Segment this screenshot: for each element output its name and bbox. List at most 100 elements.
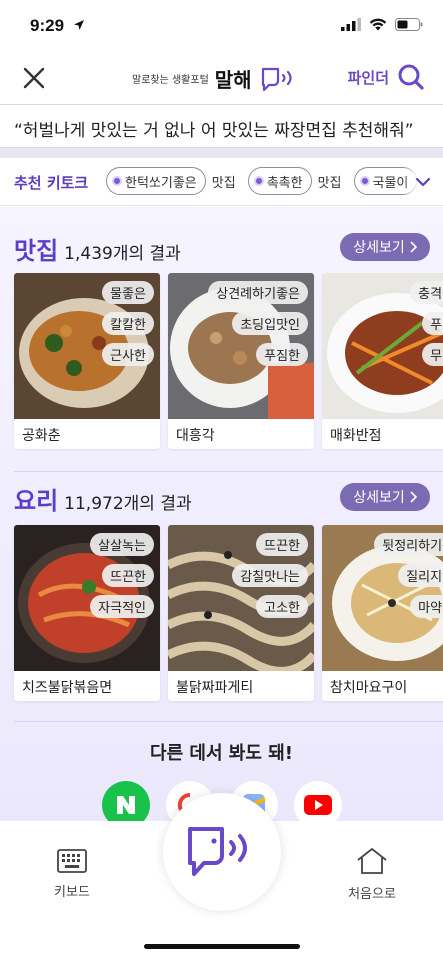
tag: 충격적: [410, 281, 443, 304]
query-bar[interactable]: “허벌나게 맛있는 거 없나 어 맛있는 짜장면집 추천해줘”: [0, 104, 443, 148]
chevron-down-icon: [415, 177, 431, 187]
restaurant-cards: 물좋은 칼칼한 근사한 공화춘 상견례하기좋은 초딩입맛인 푸짐한 대흥각 충격…: [14, 273, 443, 449]
recipe-card[interactable]: 뒷정리하기편 질리지않 마약같 참치마요구이: [322, 525, 443, 701]
section-header: 요리 11,972개의 결과: [14, 481, 192, 516]
chip-label: 한턱쏘기좋은: [125, 175, 197, 191]
battery-icon: [395, 18, 423, 31]
section-title: 맛집: [14, 237, 59, 265]
chip-label: 촉촉한: [266, 175, 303, 191]
card-title: 불닭짜파게티: [176, 680, 254, 696]
detail-label: 상세보기: [353, 240, 405, 256]
naver-icon[interactable]: [102, 781, 150, 821]
card-title: 치즈불닭볶음면: [22, 680, 113, 696]
status-bar: 9:29: [0, 0, 443, 52]
section-divider: [14, 721, 443, 722]
keyboard-icon: [57, 849, 87, 873]
tag: 자극적인: [90, 595, 154, 618]
finder-label: 파인더: [347, 68, 389, 87]
results-area: 맛집 1,439개의 결과 상세보기 물좋은 칼칼한 근사한 공화춘 상견례하기…: [0, 207, 443, 821]
tag: 상견례하기좋은: [208, 281, 308, 304]
tag: 무난: [422, 343, 443, 366]
search-icon: [398, 64, 424, 90]
brand-subtitle: 말로찾는 생활포털: [132, 75, 209, 86]
tag-list: 뒷정리하기편 질리지않 마약같: [374, 533, 443, 618]
tag: 푸짐: [422, 312, 443, 335]
restaurant-card[interactable]: 상견례하기좋은 초딩입맛인 푸짐한 대흥각: [168, 273, 314, 449]
home-button[interactable]: 처음으로: [344, 847, 400, 902]
speech-bubble-icon: [188, 827, 247, 876]
chip-suffix: 맛집: [317, 175, 342, 191]
keytalk-chips: 한턱쏘기좋은 맛집 촉촉한 맛집 국물이: [106, 167, 418, 195]
tag: 뒷정리하기편: [374, 533, 443, 556]
tag-list: 살살녹는 뜨끈한 자극적인: [90, 533, 154, 618]
result-count: 11,972개의 결과: [64, 494, 192, 514]
tag-list: 상견례하기좋은 초딩입맛인 푸짐한: [208, 281, 308, 366]
wifi-icon: [369, 18, 387, 31]
detail-label: 상세보기: [353, 490, 405, 506]
chevron-right-icon: [410, 491, 417, 503]
detail-button[interactable]: 상세보기: [340, 483, 430, 511]
close-icon: [23, 67, 45, 89]
keyboard-label: 키보드: [54, 885, 90, 900]
card-title: 매화반점: [330, 428, 382, 444]
keytalk-chip[interactable]: 한턱쏘기좋은: [106, 167, 206, 195]
section-header: 맛집 1,439개의 결과: [14, 231, 181, 266]
tag: 근사한: [102, 343, 154, 366]
tag-list: 뜨끈한 감칠맛나는 고소한: [232, 533, 308, 618]
tag: 뜨끈한: [256, 533, 308, 556]
tag-list: 물좋은 칼칼한 근사한: [102, 281, 154, 366]
tag: 초딩입맛인: [232, 312, 308, 335]
tag: 고소한: [256, 595, 308, 618]
section-spacer: [0, 148, 443, 158]
brand-name: 말해: [214, 68, 252, 92]
card-title: 공화춘: [22, 428, 61, 444]
tag: 뜨끈한: [102, 564, 154, 587]
result-count: 1,439개의 결과: [64, 244, 181, 264]
speech-bubble-icon: [261, 67, 292, 91]
signal-icon: [341, 18, 361, 31]
tag: 질리지않: [398, 564, 443, 587]
other-services-title: 다른 데서 봐도 돼!: [150, 743, 293, 764]
status-time: 9:29: [30, 16, 65, 35]
chip-suffix: 맛집: [211, 175, 236, 191]
tag: 감칠맛나는: [232, 564, 308, 587]
keyboard-button[interactable]: 키보드: [48, 849, 96, 900]
keytalk-chip[interactable]: 촉촉한: [247, 167, 312, 195]
tag: 물좋은: [102, 281, 154, 304]
home-indicator: [144, 944, 300, 949]
tag: 칼칼한: [102, 312, 154, 335]
section-title: 요리: [14, 487, 59, 515]
top-bar: 말로찾는 생활포털 말해 파인더: [0, 52, 443, 104]
restaurant-card[interactable]: 물좋은 칼칼한 근사한 공화춘: [14, 273, 160, 449]
home-label: 처음으로: [348, 887, 396, 902]
home-icon: [357, 848, 387, 874]
close-button[interactable]: [22, 66, 46, 90]
keytalk-bar: 추천 키토크 한턱쏘기좋은 맛집 촉촉한 맛집 국물이: [0, 158, 443, 206]
section-divider: [14, 471, 443, 472]
naver-logo: [117, 796, 135, 814]
restaurant-card[interactable]: 충격적 푸짐 무난 매화반점: [322, 273, 443, 449]
voice-input-button[interactable]: [163, 793, 281, 911]
query-text: “허벌나게 맛있는 거 없나 어 맛있는 짜장면집 추천해줘”: [14, 121, 414, 141]
chip-dot-icon: [253, 176, 264, 186]
keytalk-title: 추천 키토크: [14, 174, 89, 192]
tag: 푸짐한: [256, 343, 308, 366]
youtube-logo: [304, 795, 332, 815]
recipe-card[interactable]: 뜨끈한 감칠맛나는 고소한 불닭짜파게티: [168, 525, 314, 701]
chevron-right-icon: [410, 241, 417, 253]
youtube-icon[interactable]: [294, 781, 342, 821]
tag-list: 충격적 푸짐 무난: [410, 281, 443, 366]
tag: 마약같: [410, 595, 443, 618]
keytalk-expand-button[interactable]: [403, 158, 443, 205]
chip-dot-icon: [112, 176, 122, 186]
brand-logo: 말로찾는 생활포털 말해: [132, 64, 296, 93]
chip-dot-icon: [359, 176, 370, 186]
location-arrow-icon: [74, 20, 84, 30]
card-title: 참치마요구이: [330, 680, 408, 696]
finder-button[interactable]: 파인더: [348, 63, 425, 91]
recipe-cards: 살살녹는 뜨끈한 자극적인 치즈불닭볶음면 뜨끈한 감칠맛나는 고소한 불닭짜파…: [14, 525, 443, 701]
card-title: 대흥각: [176, 428, 215, 444]
detail-button[interactable]: 상세보기: [340, 233, 430, 261]
recipe-card[interactable]: 살살녹는 뜨끈한 자극적인 치즈불닭볶음면: [14, 525, 160, 701]
tag: 살살녹는: [90, 533, 154, 556]
